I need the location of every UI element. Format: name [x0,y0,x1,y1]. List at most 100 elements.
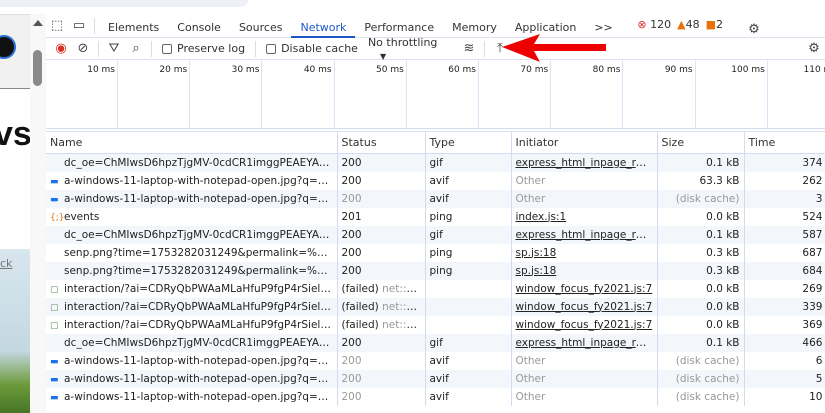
size-cell: 63.3 kB [657,171,745,190]
request-row[interactable]: dc_oe=ChMIwsD6hpzTjgMV-0cdCR1imggPEAEYAC… [46,225,825,244]
initiator-link[interactable]: sp.js:18 [516,247,557,259]
request-row[interactable]: ▢ interaction/?ai=CDRyQbPWAaMLaHfuP9fgP4r… [46,315,825,334]
image-file-icon: ▬ [50,176,59,187]
network-timeline-overview[interactable]: 10 ms 20 ms 30 ms 40 ms 50 ms 60 ms 70 ms 80 ms… [46,60,825,129]
timeline-tick: 80 ms [551,60,624,129]
column-header-name[interactable]: Name [46,131,338,154]
request-row[interactable]: ▬ a-windows-11-laptop-with-notepad-open.j… [46,171,825,190]
initiator-link[interactable]: express_html_inpage_rendering [516,337,657,349]
column-header-type[interactable]: Type [425,131,512,154]
network-conditions-icon[interactable]: ≋ [458,38,480,60]
column-header-status[interactable]: Status [337,131,426,154]
column-header-size[interactable]: Size [657,131,745,154]
initiator-cell[interactable]: express_html_inpage_rendering [511,225,658,244]
name-cell[interactable]: dc_oe=ChMIwsD6hpzTjgMV-0cdCR1imggPEAEYAC… [46,153,338,172]
name-cell[interactable]: ▬ a-windows-11-laptop-with-notepad-open.j… [46,189,338,208]
request-row[interactable]: dc_oe=ChMIwsD6hpzTjgMV-0cdCR1imggPEAEYAC… [46,153,825,172]
initiator-cell[interactable]: sp.js:18 [511,261,658,280]
initiator-cell[interactable]: sp.js:18 [511,243,658,262]
preserve-log-checkbox[interactable]: Preserve log [162,42,245,55]
tab-elements[interactable]: Elements [99,14,168,38]
initiator-link[interactable]: sp.js:18 [516,265,557,277]
status-value: 201 [341,210,362,223]
initiator-cell[interactable]: window_focus_fy2021.js:7 [511,315,658,334]
device-toolbar-icon[interactable]: ▭ [68,15,90,37]
request-row[interactable]: ▬ a-windows-11-laptop-with-notepad-open.j… [46,387,825,406]
size-cell: 0.3 kB [657,243,745,262]
column-header-initiator[interactable]: Initiator [511,131,658,154]
filter-icon[interactable]: ⛛ [103,38,125,60]
request-name: a-windows-11-laptop-with-notepad-open.jp… [64,390,337,403]
request-row[interactable]: ▢ interaction/?ai=CDRyQbPWAaMLaHfuP9fgP4r… [46,279,825,298]
inspect-element-icon[interactable]: ⬚ [46,15,68,37]
page-scrollbar[interactable] [30,14,46,413]
time-cell: 269 ms [744,279,825,298]
name-cell[interactable]: dc_oe=ChMIwsD6hpzTjgMV-0cdCR1imggPEAEYAC… [46,333,338,352]
initiator-link: Other [515,192,546,205]
request-row[interactable]: senp.png?time=1753282031249&permalink=%2… [46,261,825,280]
initiator-cell[interactable]: window_focus_fy2021.js:7 [511,297,658,316]
initiator-link[interactable]: express_html_inpage_rendering [516,157,657,169]
clear-icon[interactable]: ⊘ [72,38,94,60]
devtools-tab-bar: ⬚ ▭ Elements Console Sources Network Perform… [46,14,825,38]
tab-sources[interactable]: Sources [230,14,292,38]
tab-memory[interactable]: Memory [443,14,506,38]
name-cell[interactable]: ▬ a-windows-11-laptop-with-notepad-open.j… [46,387,338,406]
type-cell: avif [425,171,512,190]
timeline-tick: 100 ms [696,60,768,129]
name-cell[interactable]: senp.png?time=1753282031249&permalink=%2… [46,261,338,280]
name-cell[interactable]: ▬ a-windows-11-laptop-with-notepad-open.j… [46,369,338,388]
initiator-cell[interactable]: index.js:1 [511,207,658,226]
initiator-cell[interactable]: window_focus_fy2021.js:7 [511,279,658,298]
request-row[interactable]: ▬ a-windows-11-laptop-with-notepad-open.j… [46,369,825,388]
page-link-fragment[interactable]: ck [0,257,12,270]
column-header-time[interactable]: Time [744,131,825,154]
initiator-link[interactable]: express_html_inpage_rendering [516,229,657,241]
tab-performance[interactable]: Performance [355,14,443,38]
initiator-cell[interactable]: express_html_inpage_rendering [511,153,658,172]
errors-badge[interactable]: ⊗ 120 [637,18,671,40]
initiator-link[interactable]: window_focus_fy2021.js:7 [516,283,653,295]
scroll-thumb[interactable] [33,50,42,86]
tab-network[interactable]: Network [291,14,356,38]
warnings-badge[interactable]: ▲48 [677,18,699,40]
initiator-link[interactable]: window_focus_fy2021.js:7 [516,319,653,331]
record-stop-icon[interactable]: ◉ [50,38,72,60]
scroll-up-icon[interactable] [33,20,43,26]
initiator-cell: Other [511,369,658,388]
request-row[interactable]: {;}events201pingindex.js:10.0 kB524 ms [46,207,825,226]
throttling-select[interactable]: No throttling ▼ [368,36,458,62]
initiator-cell[interactable]: express_html_inpage_rendering [511,333,658,352]
status-value: 200 [341,336,362,349]
initiator-link[interactable]: index.js:1 [516,211,567,223]
request-row[interactable]: dc_oe=ChMIwsD6hpzTjgMV-0cdCR1imggPEAEYAC… [46,333,825,352]
search-icon[interactable]: ⌕ [125,38,147,60]
request-name: a-windows-11-laptop-with-notepad-open.jp… [64,192,337,205]
name-cell[interactable]: ▢ interaction/?ai=CDRyQbPWAaMLaHfuP9fgP4r… [46,315,338,334]
name-cell[interactable]: ▬ a-windows-11-laptop-with-notepad-open.j… [46,171,338,190]
settings-gear-icon[interactable]: ⚙ [743,18,765,40]
throttling-value: No throttling [367,35,438,49]
tab-console[interactable]: Console [168,14,230,38]
size-cell: 0.1 kB [657,225,745,244]
document-file-icon: ▢ [50,302,59,313]
request-row[interactable]: ▬ a-windows-11-laptop-with-notepad-open.j… [46,189,825,208]
request-row[interactable]: ▬ a-windows-11-laptop-with-notepad-open.j… [46,351,825,370]
user-avatar-icon[interactable] [0,35,16,59]
name-cell[interactable]: {;}events [46,207,338,226]
initiator-link[interactable]: window_focus_fy2021.js:7 [516,301,653,313]
initiator-link: Other [515,174,546,187]
request-row[interactable]: senp.png?time=1753282031249&permalink=%2… [46,243,825,262]
status-value: 200 [341,264,362,277]
name-cell[interactable]: ▢ interaction/?ai=CDRyQbPWAaMLaHfuP9fgP4r… [46,279,338,298]
network-settings-gear-icon[interactable]: ⚙ [803,38,825,60]
name-cell[interactable]: ▬ a-windows-11-laptop-with-notepad-open.j… [46,351,338,370]
size-cell: (disk cache) [657,351,745,370]
disable-cache-checkbox[interactable]: Disable cache [266,42,358,55]
name-cell[interactable]: ▢ interaction/?ai=CDRyQbPWAaMLaHfuP9fgP4r… [46,297,338,316]
name-cell[interactable]: dc_oe=ChMIwsD6hpzTjgMV-0cdCR1imggPEAEYAC… [46,225,338,244]
issues-badge[interactable]: ■2 [706,18,723,40]
status-cell: (failed) net::ERR... [337,279,426,298]
name-cell[interactable]: senp.png?time=1753282031249&permalink=%2… [46,243,338,262]
request-row[interactable]: ▢ interaction/?ai=CDRyQbPWAaMLaHfuP9fgP4r… [46,297,825,316]
